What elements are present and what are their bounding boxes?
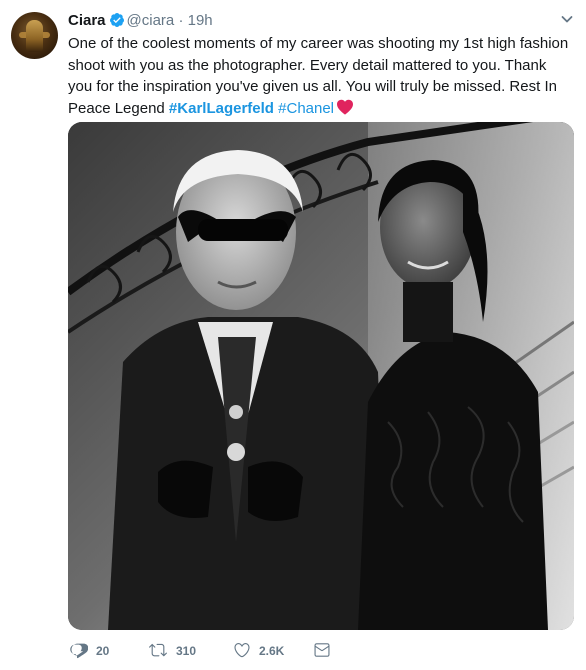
- avatar-image-figure: [26, 20, 43, 52]
- verified-badge-icon: [109, 12, 125, 34]
- author-handle[interactable]: @ciara: [127, 12, 175, 29]
- reply-count: 20: [96, 644, 110, 658]
- hashtag-link-chanel[interactable]: #Chanel: [278, 100, 334, 117]
- chevron-down-icon[interactable]: [560, 12, 574, 31]
- like-button[interactable]: 2.6K: [233, 641, 284, 661]
- tweet-actions: 20 310 2.6K: [68, 641, 574, 661]
- separator-dot: ·: [178, 12, 184, 29]
- tweet-timestamp[interactable]: 19h: [188, 12, 213, 29]
- tweet-text: One of the coolest moments of my career …: [68, 33, 573, 121]
- heart-icon: [233, 641, 251, 662]
- author-avatar[interactable]: [11, 12, 58, 59]
- like-count: 2.6K: [259, 644, 285, 658]
- retweet-icon: [148, 641, 168, 662]
- red-heart-emoji-icon: [336, 99, 354, 122]
- retweet-count: 310: [176, 644, 197, 658]
- retweet-button[interactable]: 310: [148, 641, 196, 661]
- reply-button[interactable]: 20: [70, 641, 109, 661]
- direct-message-button[interactable]: [313, 641, 331, 661]
- reply-icon: [70, 641, 89, 662]
- author-name[interactable]: Ciara: [68, 12, 106, 29]
- hashtag-link-karl[interactable]: #KarlLagerfeld: [169, 100, 274, 117]
- envelope-icon: [313, 641, 331, 662]
- tweet-photo[interactable]: [68, 122, 574, 630]
- tweet-header: Ciara @ciara · 19h: [68, 11, 213, 34]
